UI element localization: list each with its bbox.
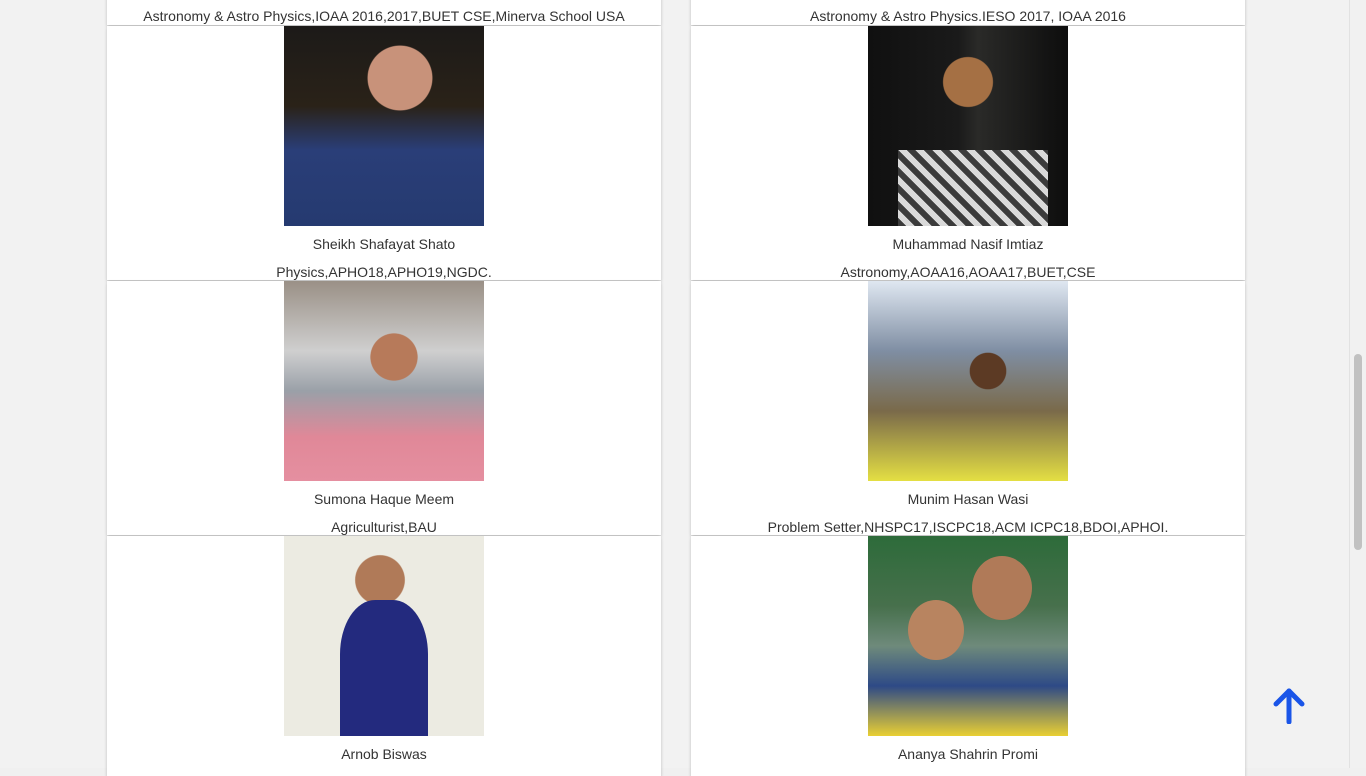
team-members-page: Astronomy & Astro Physics,IOAA 2016,2017… [0, 0, 1350, 776]
member-details: Physics,APHO18,APHO19,NGDC. [276, 264, 492, 280]
member-name: Arnob Biswas [341, 746, 427, 762]
member-details: Astronomy & Astro Physics,IOAA 2016,2017… [143, 8, 625, 24]
member-card: Ananya Shahrin Promi [691, 536, 1245, 776]
member-card: Sumona Haque Meem Agriculturist,BAU [107, 281, 661, 535]
member-details: Astronomy,AOAA16,AOAA17,BUET,CSE [840, 264, 1096, 280]
member-name: Sheikh Shafayat Shato [312, 236, 456, 252]
arrow-up-icon [1273, 688, 1305, 725]
member-photo [868, 26, 1068, 226]
member-name: Muhammad Nasif Imtiaz [892, 236, 1044, 252]
member-card: Arnob Biswas [107, 536, 661, 776]
member-details: Agriculturist,BAU [331, 519, 437, 535]
member-card: Sheikh Shafayat Shato Physics,APHO18,APH… [107, 26, 661, 280]
member-photo [868, 281, 1068, 481]
vertical-scrollbar[interactable] [1349, 0, 1366, 768]
member-card-partial-right: Astronomy & Astro Physics.IESO 2017, IOA… [691, 0, 1245, 25]
member-card-partial-left: Astronomy & Astro Physics,IOAA 2016,2017… [107, 0, 661, 25]
member-photo [284, 536, 484, 736]
member-details: Problem Setter,NHSPC17,ISCPC18,ACM ICPC1… [767, 519, 1169, 535]
member-details: Astronomy & Astro Physics.IESO 2017, IOA… [810, 8, 1126, 24]
member-name: Ananya Shahrin Promi [897, 746, 1039, 762]
scrollbar-thumb[interactable] [1354, 354, 1362, 550]
member-name: Sumona Haque Meem [313, 491, 455, 507]
member-card: Muhammad Nasif Imtiaz Astronomy,AOAA16,A… [691, 26, 1245, 280]
member-name: Munim Hasan Wasi [907, 491, 1029, 507]
member-photo [284, 281, 484, 481]
member-photo [868, 536, 1068, 736]
member-card: Munim Hasan Wasi Problem Setter,NHSPC17,… [691, 281, 1245, 535]
scroll-to-top-button[interactable] [1272, 688, 1306, 725]
member-photo [284, 26, 484, 226]
